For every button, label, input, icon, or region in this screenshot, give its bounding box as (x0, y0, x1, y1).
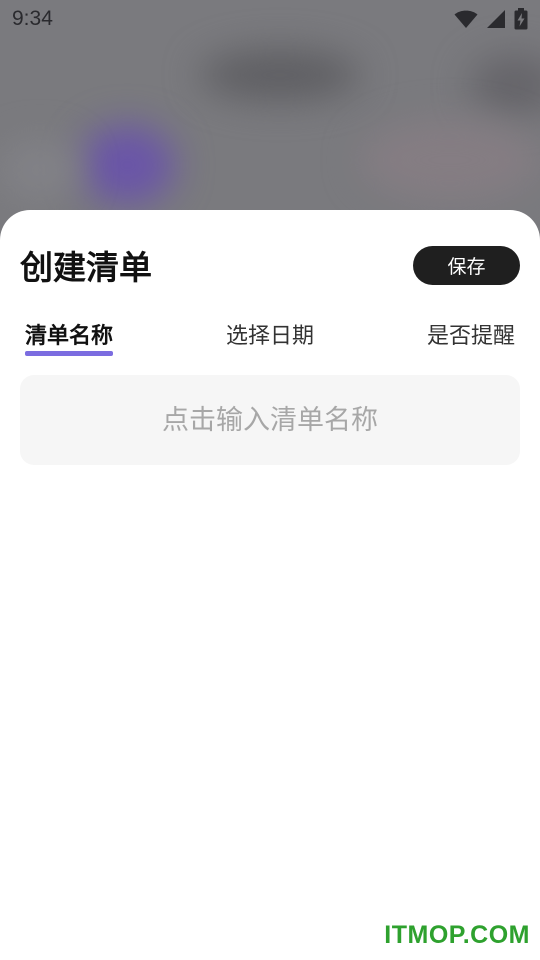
tab-label: 选择日期 (225, 324, 314, 349)
battery-charging-icon (514, 8, 528, 30)
background-blur-shape (360, 120, 540, 200)
tab-list-name[interactable]: 清单名称 (25, 318, 114, 356)
status-bar: 9:34 (0, 0, 540, 38)
active-tab-indicator (25, 351, 114, 356)
tab-bar: 清单名称 选择日期 是否提醒 (25, 318, 515, 358)
background-blur-shape (0, 140, 80, 200)
sheet-title: 创建清单 (20, 248, 152, 287)
status-icons (454, 8, 528, 30)
tab-label: 是否提醒 (426, 324, 515, 349)
create-list-sheet: 创建清单 保存 清单名称 选择日期 是否提醒 (0, 210, 540, 960)
save-button[interactable]: 保存 (413, 245, 520, 285)
background-blur-shape (470, 55, 540, 115)
tab-label: 清单名称 (25, 324, 114, 349)
background-blur-shape (80, 125, 175, 205)
screen: 9:34 创建清单 保存 清单名称 选择日期 是否提醒 点击输入清单名称 ITM… (0, 0, 540, 960)
background-blur-shape (200, 50, 360, 100)
sheet-header: 创建清单 保存 (20, 240, 520, 290)
wifi-icon (454, 9, 478, 29)
tab-reminder[interactable]: 是否提醒 (427, 318, 515, 356)
status-time: 9:34 (12, 7, 53, 30)
watermark: ITMOP.COM (384, 921, 530, 949)
list-name-input[interactable] (20, 375, 520, 465)
tab-select-date[interactable]: 选择日期 (226, 318, 314, 356)
cellular-signal-icon (486, 9, 506, 29)
